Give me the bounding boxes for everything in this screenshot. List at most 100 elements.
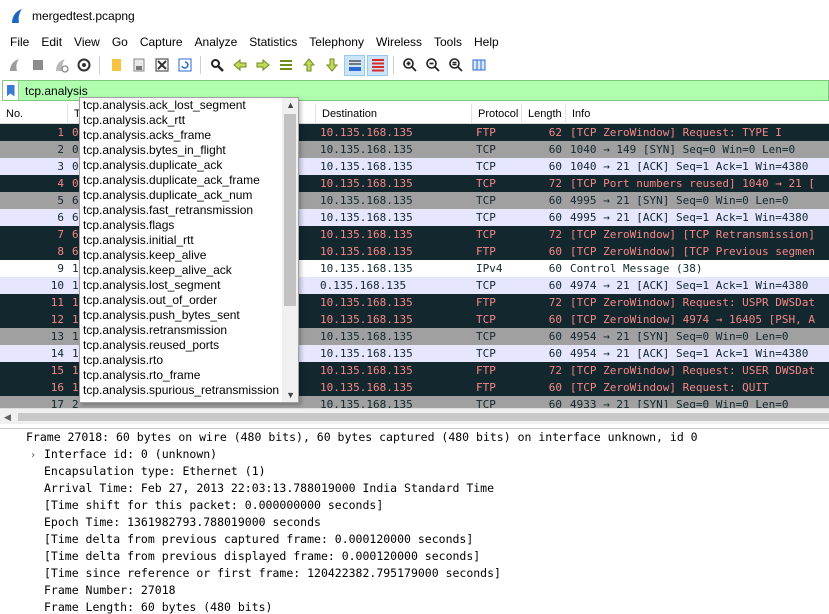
menu-capture[interactable]: Capture	[134, 32, 189, 52]
autocomplete-item[interactable]: tcp.analysis.keep_alive	[80, 248, 298, 263]
packet-no: 17	[0, 396, 68, 408]
detail-text: Epoch Time: 1361982793.788019000 seconds	[44, 515, 321, 529]
packet-length: 60	[522, 260, 566, 277]
restart-capture-button[interactable]	[50, 55, 71, 76]
normal-size-button[interactable]	[445, 55, 466, 76]
menu-bar: FileEditViewGoCaptureAnalyzeStatisticsTe…	[0, 32, 829, 52]
packet-info: [TCP Port numbers reused] 1040 → 21 [	[566, 175, 829, 192]
save-file-icon	[131, 57, 147, 73]
capture-options-button[interactable]	[73, 55, 94, 76]
reload-file-button[interactable]	[174, 55, 195, 76]
autocomplete-item[interactable]: tcp.analysis.keep_alive_ack	[80, 263, 298, 278]
packet-length: 60	[522, 328, 566, 345]
save-file-button[interactable]	[128, 55, 149, 76]
menu-wireless[interactable]: Wireless	[370, 32, 428, 52]
expand-chevron-icon[interactable]: ›	[30, 447, 44, 464]
detail-field[interactable]: Frame Length: 60 bytes (480 bits)	[0, 599, 829, 614]
detail-text: Interface id: 0 (unknown)	[44, 447, 217, 461]
close-file-button[interactable]	[151, 55, 172, 76]
packet-protocol: TCP	[472, 226, 522, 243]
autocomplete-item[interactable]: tcp.analysis.out_of_order	[80, 293, 298, 308]
column-header-protocol[interactable]: Protocol	[472, 104, 522, 124]
autocomplete-item[interactable]: tcp.analysis.rto	[80, 353, 298, 368]
column-header-destination[interactable]: Destination	[316, 104, 472, 124]
autocomplete-item[interactable]: tcp.analysis.lost_segment	[80, 278, 298, 293]
open-file-button[interactable]	[105, 55, 126, 76]
autocomplete-item[interactable]: tcp.analysis.reused_ports	[80, 338, 298, 353]
detail-field[interactable]: ›Interface id: 0 (unknown)	[0, 446, 829, 463]
packet-destination: 10.135.168.135	[316, 141, 472, 158]
menu-view[interactable]: View	[68, 32, 106, 52]
autocomplete-item[interactable]: tcp.analysis.bytes_in_flight	[80, 143, 298, 158]
menu-edit[interactable]: Edit	[35, 32, 68, 52]
autocomplete-item[interactable]: tcp.analysis.duplicate_ack_frame	[80, 173, 298, 188]
scroll-up-icon[interactable]: ▲	[286, 100, 295, 110]
zoom-in-button[interactable]	[399, 55, 420, 76]
toolbar-separator	[99, 56, 100, 74]
packet-protocol: FTP	[472, 243, 522, 260]
autocomplete-item[interactable]: tcp.analysis.ack_lost_segment	[80, 98, 298, 113]
detail-field[interactable]: [Time shift for this packet: 0.000000000…	[0, 497, 829, 514]
find-packet-button[interactable]	[206, 55, 227, 76]
autocomplete-item[interactable]: tcp.analysis.fast_retransmission	[80, 203, 298, 218]
autocomplete-item[interactable]: tcp.analysis.initial_rtt	[80, 233, 298, 248]
autocomplete-item[interactable]: tcp.analysis.retransmission	[80, 323, 298, 338]
detail-field[interactable]: Frame Number: 27018	[0, 582, 829, 599]
menu-statistics[interactable]: Statistics	[243, 32, 303, 52]
toolbar-separator	[200, 56, 201, 74]
packet-info: [TCP ZeroWindow] Request: TYPE I	[566, 124, 829, 141]
packet-details-pane: Frame 27018: 60 bytes on wire (480 bits)…	[0, 428, 829, 614]
menu-telephony[interactable]: Telephony	[303, 32, 370, 52]
autocomplete-item[interactable]: tcp.analysis.duplicate_ack	[80, 158, 298, 173]
menu-help[interactable]: Help	[468, 32, 505, 52]
autocomplete-item[interactable]: tcp.analysis.rto_frame	[80, 368, 298, 383]
stop-capture-button[interactable]	[27, 55, 48, 76]
autocomplete-item[interactable]: tcp.analysis.flags	[80, 218, 298, 233]
menu-analyze[interactable]: Analyze	[189, 32, 244, 52]
go-back-button[interactable]	[229, 55, 250, 76]
column-header-info[interactable]: Info	[566, 104, 829, 124]
column-header-length[interactable]: Length	[522, 104, 566, 124]
scroll-left-icon[interactable]: ◀	[4, 412, 11, 423]
filter-autocomplete-dropdown: tcp.analysis.ack_lost_segmenttcp.analysi…	[79, 97, 299, 403]
go-forward-button[interactable]	[252, 55, 273, 76]
filter-bookmark-button[interactable]	[3, 81, 19, 100]
packet-info: 4954 → 21 [ACK] Seq=1 Ack=1 Win=4380	[566, 345, 829, 362]
autocomplete-item[interactable]: tcp.analysis.ack_rtt	[80, 113, 298, 128]
auto-scroll-button[interactable]	[344, 55, 365, 76]
start-capture-button[interactable]	[4, 55, 25, 76]
scrollbar-thumb[interactable]	[18, 413, 829, 421]
packet-length: 60	[522, 209, 566, 226]
zoom-out-button[interactable]	[422, 55, 443, 76]
display-filter-input[interactable]	[25, 84, 725, 98]
go-to-packet-button[interactable]	[275, 55, 296, 76]
autocomplete-item[interactable]: tcp.analysis.spurious_retransmission	[80, 383, 298, 398]
detail-field[interactable]: [Time delta from previous displayed fram…	[0, 548, 829, 565]
detail-text: [Time since reference or first frame: 12…	[44, 566, 501, 580]
go-last-packet-button[interactable]	[321, 55, 342, 76]
colorize-button[interactable]	[367, 55, 388, 76]
menu-go[interactable]: Go	[106, 32, 134, 52]
packet-protocol: TCP	[472, 396, 522, 408]
menu-tools[interactable]: Tools	[428, 32, 468, 52]
autocomplete-item[interactable]: tcp.analysis.acks_frame	[80, 128, 298, 143]
autocomplete-item[interactable]: tcp.analysis.push_bytes_sent	[80, 308, 298, 323]
detail-frame-summary[interactable]: Frame 27018: 60 bytes on wire (480 bits)…	[0, 429, 829, 446]
go-first-packet-button[interactable]	[298, 55, 319, 76]
autocomplete-item[interactable]: tcp.analysis.duplicate_ack_num	[80, 188, 298, 203]
autocomplete-scrollbar-thumb[interactable]	[284, 114, 296, 306]
scroll-down-icon[interactable]: ▼	[286, 390, 295, 400]
detail-field[interactable]: Arrival Time: Feb 27, 2013 22:03:13.7880…	[0, 480, 829, 497]
column-header-no[interactable]: No.	[0, 104, 68, 124]
detail-field[interactable]: [Time delta from previous captured frame…	[0, 531, 829, 548]
resize-columns-button[interactable]	[468, 55, 489, 76]
detail-field[interactable]: [Time since reference or first frame: 12…	[0, 565, 829, 582]
detail-field[interactable]: Epoch Time: 1361982793.788019000 seconds	[0, 514, 829, 531]
packet-length: 60	[522, 158, 566, 175]
packet-no: 9	[0, 260, 68, 277]
autocomplete-scrollbar[interactable]: ▲ ▼	[282, 98, 298, 402]
packet-list-horizontal-scrollbar[interactable]: ◀	[0, 408, 829, 424]
packet-protocol: TCP	[472, 328, 522, 345]
detail-field[interactable]: Encapsulation type: Ethernet (1)	[0, 463, 829, 480]
menu-file[interactable]: File	[4, 32, 35, 52]
